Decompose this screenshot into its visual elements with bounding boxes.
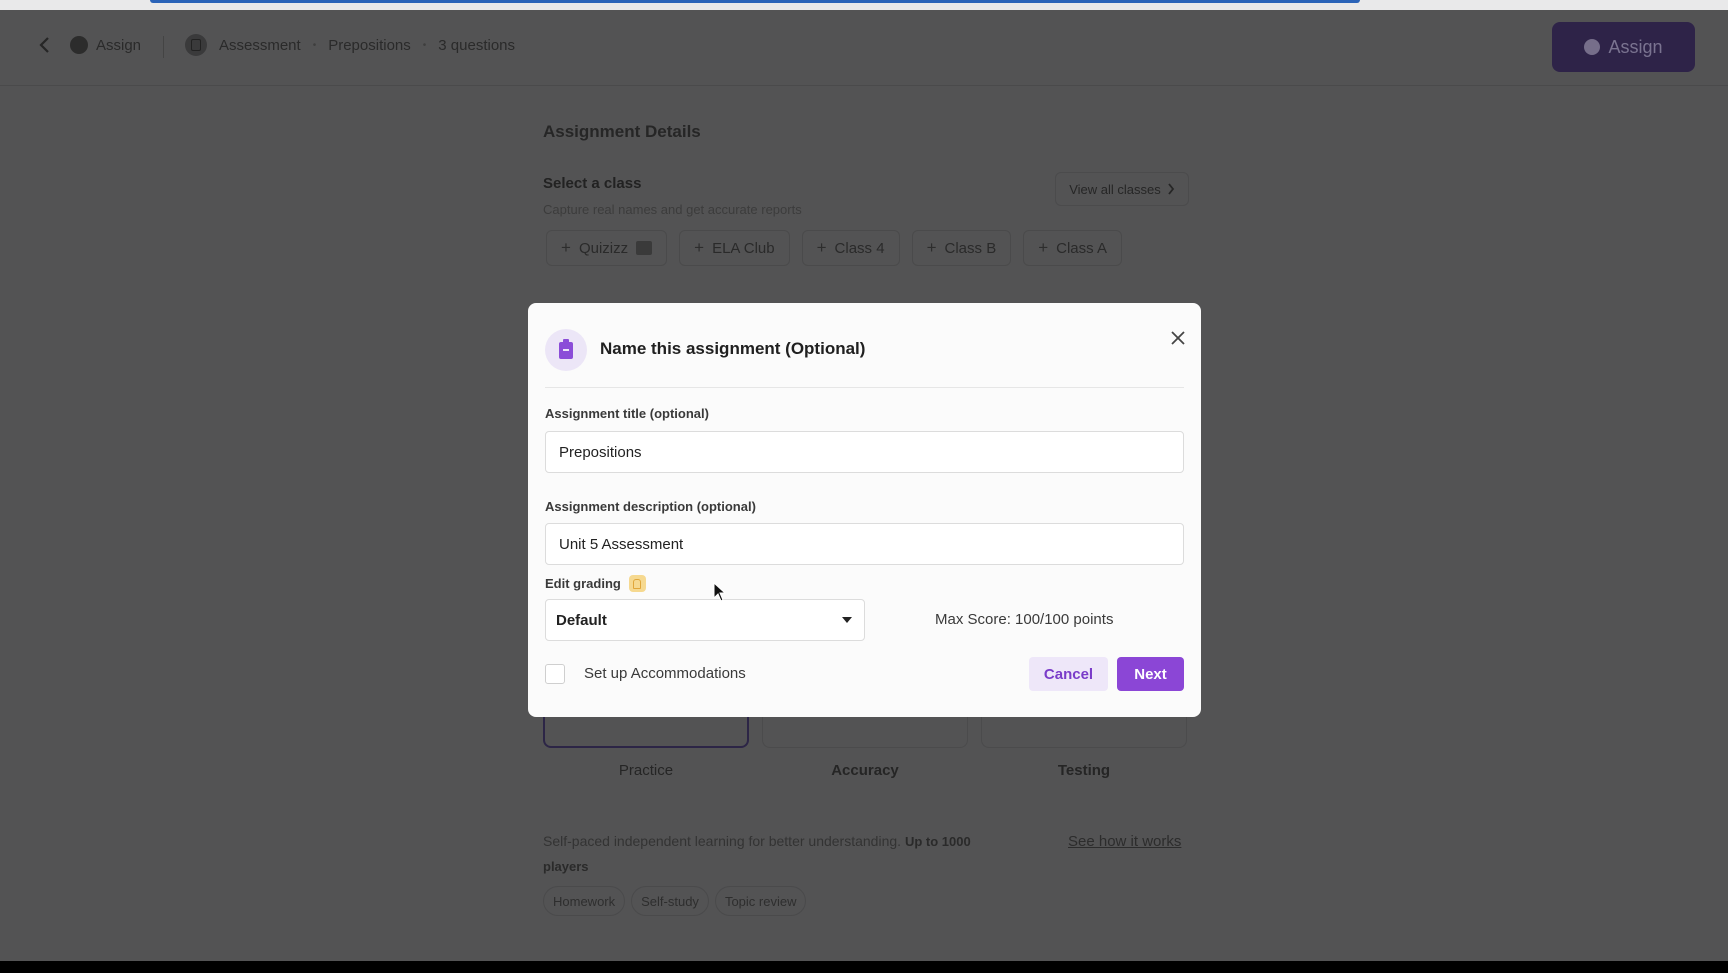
select-class-subtitle: Capture real names and get accurate repo…	[543, 202, 802, 217]
max-score: Max Score: 100/100 points	[935, 611, 1114, 628]
divider	[163, 36, 164, 58]
clipboard-icon-wrap	[545, 329, 587, 371]
next-button[interactable]: Next	[1117, 657, 1184, 691]
tag-topic-review: Topic review	[714, 886, 807, 916]
chevron-right-icon	[1168, 183, 1174, 195]
assignment-title-input[interactable]	[545, 431, 1184, 473]
edit-grading-text: Edit grading	[545, 576, 621, 591]
mode-description-text: Self-paced independent learning for bett…	[543, 833, 902, 849]
accommodations-checkbox[interactable]	[545, 664, 565, 684]
assign-icon	[1584, 39, 1601, 55]
breadcrumb-quiz-name: Prepositions	[328, 36, 411, 54]
back-arrow-icon[interactable]	[38, 36, 52, 54]
cancel-button[interactable]: Cancel	[1029, 657, 1108, 691]
close-icon[interactable]	[1169, 329, 1187, 347]
class-chip-class-a[interactable]: + Class A	[1023, 230, 1122, 266]
breadcrumb-separator: •	[312, 39, 317, 51]
plus-icon: +	[561, 238, 571, 257]
top-strip	[0, 0, 1728, 10]
assign-breadcrumb-label: Assign	[96, 36, 142, 54]
progress-bar	[150, 0, 1360, 3]
class-chip-label: Class 4	[834, 239, 885, 257]
edit-grading-label: Edit grading	[545, 575, 646, 592]
accommodations-label[interactable]: Set up Accommodations	[584, 665, 746, 682]
assessment-icon	[185, 34, 207, 56]
tag-self-study: Self-study	[631, 886, 709, 916]
name-assignment-modal: Name this assignment (Optional) Assignme…	[528, 303, 1201, 717]
select-class-title: Select a class	[543, 175, 642, 192]
class-chip-label: ELA Club	[712, 239, 775, 257]
bottom-band	[0, 961, 1728, 973]
view-all-classes-button[interactable]: View all classes	[1055, 172, 1189, 206]
breadcrumb: Assessment • Prepositions • 3 questions	[185, 27, 515, 63]
assignment-description-input[interactable]	[545, 523, 1184, 565]
breadcrumb-assessment: Assessment	[219, 36, 301, 54]
dropdown-caret-icon	[842, 617, 852, 623]
assign-button[interactable]: Assign	[1552, 22, 1695, 72]
grading-select-value: Default	[556, 611, 607, 629]
mode-label-practice: Practice	[618, 762, 674, 779]
tag-homework: Homework	[543, 886, 626, 916]
grading-select[interactable]: Default	[545, 599, 865, 641]
assign-icon	[70, 36, 88, 54]
mouse-cursor-icon	[713, 582, 727, 602]
class-chip-label: Class B	[944, 239, 997, 257]
class-chip-class-b[interactable]: + Class B	[911, 230, 1012, 266]
assignment-title-label: Assignment title (optional)	[545, 406, 709, 421]
modal-divider	[545, 387, 1184, 388]
class-chip-ela-club[interactable]: + ELA Club	[679, 230, 790, 266]
clipboard-icon	[559, 338, 573, 359]
assignment-description-label: Assignment description (optional)	[545, 499, 756, 514]
mode-description: Self-paced independent learning for bett…	[543, 829, 973, 879]
mode-tags: Homework Self-study Topic review	[543, 886, 807, 916]
plus-icon: +	[694, 238, 705, 257]
see-how-it-works-link[interactable]: See how it works	[1068, 833, 1181, 850]
mode-label-accuracy: Accuracy	[831, 762, 899, 779]
plus-icon: +	[816, 238, 827, 257]
assign-button-label: Assign	[1608, 36, 1663, 57]
class-chip-label: Class A	[1056, 239, 1107, 257]
modal-title: Name this assignment (Optional)	[600, 339, 866, 358]
assignment-details-title: Assignment Details	[543, 122, 701, 141]
class-chip-label: Quizizz	[578, 239, 629, 257]
class-chips: + Quizizz + ELA Club + Class 4 + Class B…	[546, 230, 1122, 266]
class-chip-class-4[interactable]: + Class 4	[801, 230, 900, 266]
lightbulb-icon[interactable]	[628, 575, 646, 592]
plus-icon: +	[1038, 238, 1049, 257]
mode-label-testing: Testing	[1057, 762, 1111, 779]
page: Assign Assessment • Prepositions • 3 que…	[0, 0, 1728, 973]
classroom-badge-icon	[636, 241, 653, 255]
class-chip-quizizz[interactable]: + Quizizz	[546, 230, 668, 266]
plus-icon: +	[926, 238, 937, 257]
view-all-label: View all classes	[1069, 181, 1161, 197]
breadcrumb-question-count: 3 questions	[438, 36, 516, 54]
assign-breadcrumb[interactable]: Assign	[70, 27, 141, 63]
breadcrumb-separator: •	[422, 39, 427, 51]
